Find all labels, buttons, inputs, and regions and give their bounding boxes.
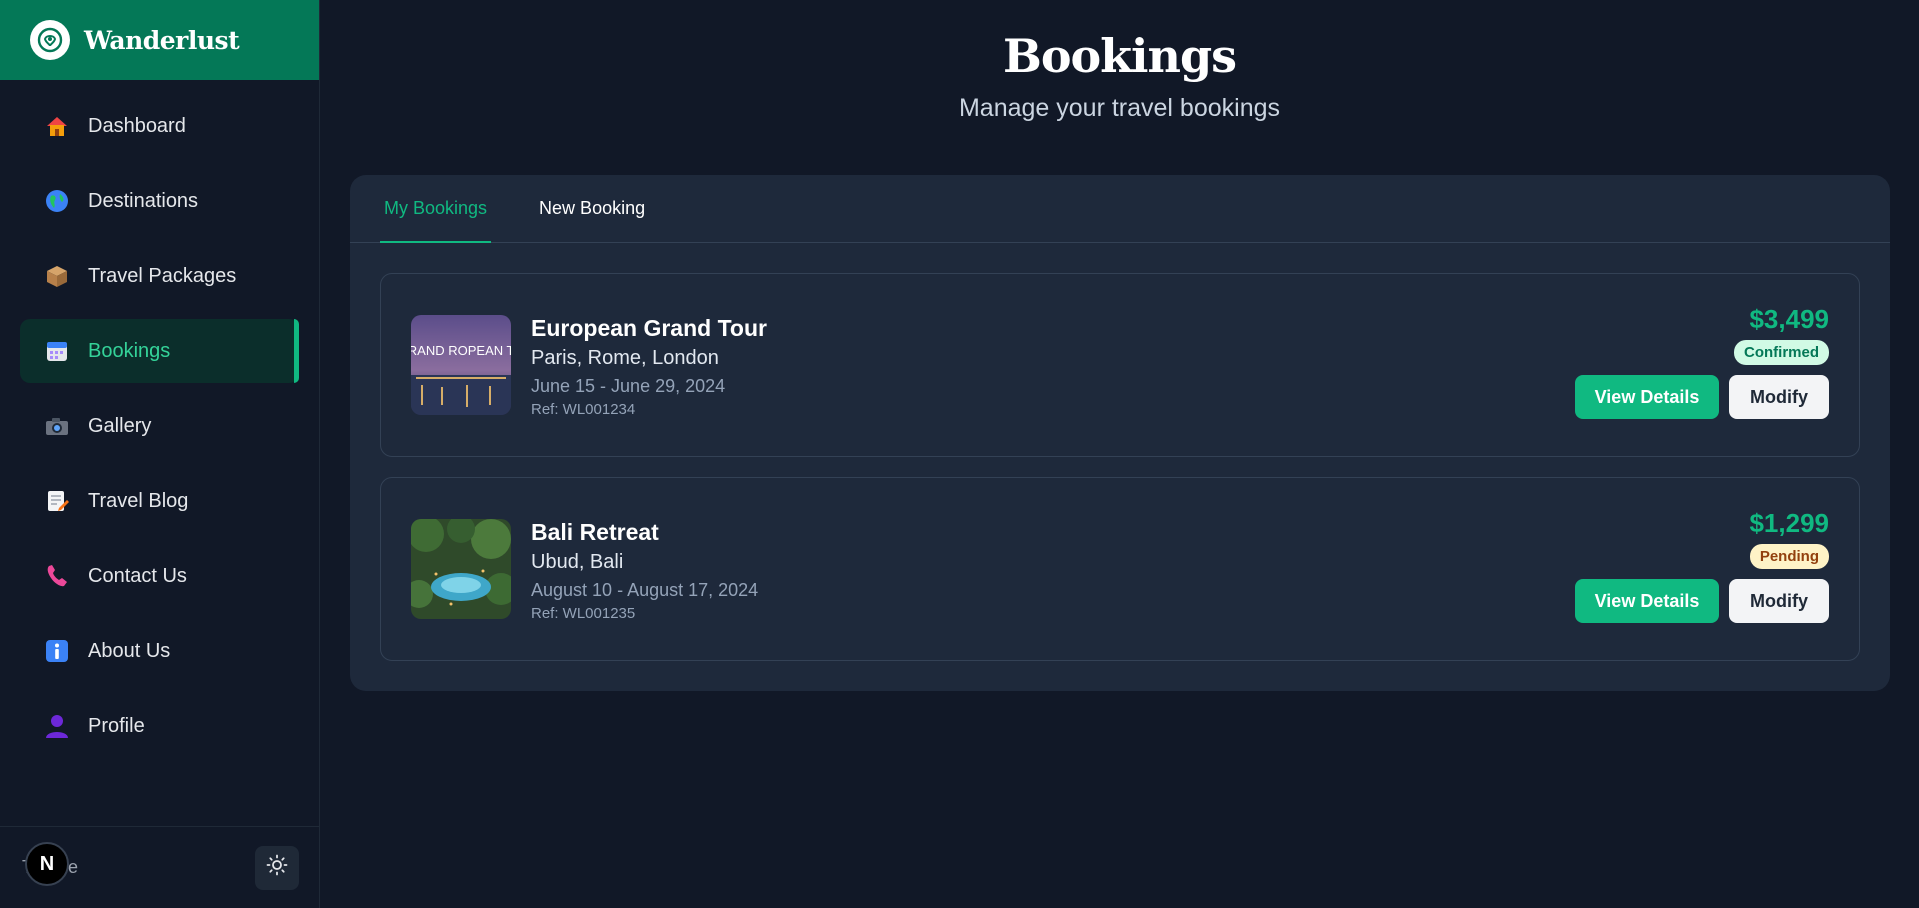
logo-icon [30, 20, 70, 60]
modify-button[interactable]: Modify [1729, 375, 1829, 419]
booking-dates: August 10 - August 17, 2024 [531, 579, 759, 600]
page-title: Bookings [1002, 29, 1237, 83]
sidebar-item-profile[interactable]: Profile [20, 694, 299, 758]
sidebar: Wanderlust Dashboard Destinations Travel… [0, 0, 320, 908]
sidebar-item-contact-us[interactable]: Contact Us [20, 544, 299, 608]
booking-summary: $3,499 Confirmed View Details Modify [1575, 304, 1829, 419]
booking-card: Bali Retreat Ubud, Bali August 10 - Augu… [380, 477, 1860, 661]
booking-title: European Grand Tour [531, 314, 767, 341]
sidebar-item-label: Bookings [88, 339, 171, 362]
booking-location: Paris, Rome, London [531, 346, 719, 369]
person-icon [44, 713, 70, 739]
brand-header[interactable]: Wanderlust [0, 0, 319, 80]
sidebar-item-label: Destinations [88, 189, 199, 212]
phone-icon [44, 563, 70, 589]
main-content: Bookings Manage your travel bookings My … [320, 0, 1919, 908]
view-details-button[interactable]: View Details [1575, 579, 1719, 623]
brand-name: Wanderlust [84, 25, 240, 55]
sidebar-item-label: Travel Blog [88, 489, 189, 512]
booking-price: $3,499 [1749, 304, 1829, 334]
sidebar-item-label: Travel Packages [88, 264, 237, 287]
booking-price: $1,299 [1749, 508, 1829, 538]
sidebar-item-bookings[interactable]: Bookings [20, 319, 299, 383]
tab-new-booking[interactable]: New Booking [535, 175, 649, 242]
sidebar-item-label: Gallery [88, 414, 152, 437]
booking-thumbnail: GRAND ROPEAN TO [411, 315, 511, 415]
camera-icon [44, 413, 70, 439]
status-badge: Confirmed [1734, 340, 1829, 365]
bookings-panel: My Bookings New Booking RAND ROPEAN T Eu… [350, 175, 1890, 691]
modify-button[interactable]: Modify [1729, 579, 1829, 623]
booking-info: European Grand Tour Paris, Rome, London … [531, 313, 767, 418]
booking-location: Ubud, Bali [531, 550, 624, 573]
thumbnail-text: GRAND ROPEAN TO [411, 343, 511, 358]
booking-card: GRAND ROPEAN TO European Grand Tour Pari… [380, 273, 1860, 457]
sidebar-item-about-us[interactable]: About Us [20, 619, 299, 683]
info-icon [44, 638, 70, 664]
booking-actions: View Details Modify [1575, 375, 1829, 419]
tab-my-bookings[interactable]: My Bookings [380, 175, 492, 243]
sidebar-item-dashboard[interactable]: Dashboard [20, 94, 299, 158]
theme-toggle-button[interactable] [255, 845, 299, 890]
sun-icon [266, 854, 288, 881]
status-badge: Pending [1749, 544, 1829, 569]
tab-bar: My Bookings New Booking [350, 175, 1890, 243]
calendar-icon [44, 338, 70, 364]
booking-thumbnail [411, 519, 511, 619]
view-details-button[interactable]: View Details [1575, 375, 1719, 419]
booking-title: Bali Retreat [531, 518, 659, 545]
sidebar-item-destinations[interactable]: Destinations [20, 169, 299, 233]
sidebar-item-label: Dashboard [88, 114, 186, 137]
sidebar-item-gallery[interactable]: Gallery [20, 394, 299, 458]
booking-info: Bali Retreat Ubud, Bali August 10 - Augu… [531, 517, 758, 622]
booking-ref: Ref: WL001234 [531, 400, 636, 418]
sidebar-nav: Dashboard Destinations Travel Packages B… [0, 80, 319, 758]
booking-ref: Ref: WL001235 [531, 604, 636, 622]
memo-icon [44, 488, 70, 514]
sidebar-item-label: Contact Us [88, 564, 187, 587]
house-icon [44, 113, 70, 139]
booking-summary: $1,299 Pending View Details Modify [1575, 508, 1829, 623]
booking-actions: View Details Modify [1575, 579, 1829, 623]
sidebar-item-travel-packages[interactable]: Travel Packages [20, 244, 299, 308]
page-subtitle: Manage your travel bookings [958, 94, 1281, 122]
dev-badge[interactable]: N [25, 842, 69, 886]
sidebar-item-label: About Us [88, 639, 171, 662]
sidebar-item-travel-blog[interactable]: Travel Blog [20, 469, 299, 533]
globe-icon [44, 188, 70, 214]
booking-list: GRAND ROPEAN TO European Grand Tour Pari… [350, 243, 1890, 661]
booking-dates: June 15 - June 29, 2024 [531, 375, 726, 396]
package-icon [44, 263, 70, 289]
sidebar-item-label: Profile [88, 714, 145, 737]
